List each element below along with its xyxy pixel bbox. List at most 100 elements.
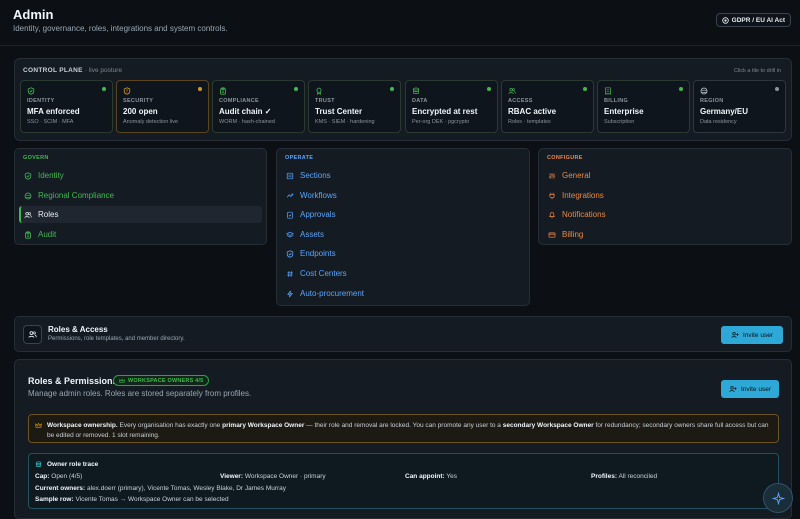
globe-icon <box>24 192 32 199</box>
nav-item-audit[interactable]: Audit <box>19 226 262 243</box>
operate-nav: OPERATE Sections Workflows Approvals Ass… <box>276 148 530 306</box>
invite-user-button-secondary[interactable]: Invite user <box>721 380 779 398</box>
owner-role-trace-title: Owner role trace <box>47 461 99 468</box>
database-icon <box>413 87 419 94</box>
roles-access-icon-box <box>23 325 42 344</box>
tile-billing[interactable]: BILLING Enterprise Subscription <box>597 80 690 133</box>
shield-icon <box>721 16 729 24</box>
workspace-owners-badge-label: WORKSPACE OWNERS 4/5 <box>128 377 204 384</box>
tile-value: MFA enforced <box>27 107 80 116</box>
nav-item-label: Assets <box>300 230 325 239</box>
nav-item-label: Identity <box>38 171 64 180</box>
tile-data[interactable]: DATA Encrypted at rest Per-org DEK · pgc… <box>405 80 498 133</box>
trace-profiles: Profiles: All reconciled <box>591 473 658 480</box>
nav-item-billing[interactable]: Billing <box>543 226 787 243</box>
configure-nav: CONFIGURE General Integrations Notificat… <box>538 148 792 245</box>
tile-value: RBAC active <box>508 107 557 116</box>
crown-icon <box>35 422 42 428</box>
tile-value: Enterprise <box>604 107 644 116</box>
sparkle-icon <box>771 491 785 505</box>
nav-item-label: Billing <box>562 230 584 239</box>
tile-subtext: Data residency <box>700 119 737 125</box>
tile-access[interactable]: ACCESS RBAC active Roles · templates <box>501 80 594 133</box>
status-dot <box>679 87 683 91</box>
hash-icon <box>287 270 293 277</box>
trace-viewer: Viewer: Workspace Owner · primary <box>220 473 326 480</box>
owner-role-trace: Owner role trace Cap: Open (4/5) Viewer:… <box>28 453 779 509</box>
nav-item-label: Approvals <box>300 210 336 219</box>
status-dot <box>390 87 394 91</box>
tile-region[interactable]: REGION Germany/EU Data residency <box>693 80 786 133</box>
tile-value: Trust Center <box>315 107 363 116</box>
nav-item-general[interactable]: General <box>543 167 787 184</box>
ownership-emphasis: secondary Workspace Owner <box>502 422 594 429</box>
roles-permissions-title: Roles & Permissions <box>28 376 118 386</box>
bolt-icon <box>287 290 293 297</box>
receipt-icon <box>605 87 611 95</box>
page-subtitle: Identity, governance, roles, integration… <box>13 24 228 33</box>
tile-label: IDENTITY <box>27 98 55 104</box>
tile-label: SECURITY <box>123 98 154 104</box>
nav-item-notifications[interactable]: Notifications <box>543 206 787 223</box>
control-plane-panel: CONTROL PLANE · live posture Click a til… <box>14 58 792 141</box>
tile-security[interactable]: SECURITY 200 open Anomaly detection live <box>116 80 209 133</box>
invite-user-button-label: Invite user <box>741 385 771 393</box>
nav-item-label: Auto-procurement <box>300 289 365 298</box>
tile-label: DATA <box>412 98 428 104</box>
tile-label: COMPLIANCE <box>219 98 259 104</box>
nav-item-roles[interactable]: Roles <box>19 206 262 223</box>
layers-icon <box>286 231 294 237</box>
database-icon <box>35 461 42 467</box>
nav-item-regional-compliance[interactable]: Regional Compliance <box>19 187 262 204</box>
shield-icon <box>27 87 35 95</box>
trace-cap: Cap: Open (4/5) <box>35 473 83 480</box>
nav-item-label: Regional Compliance <box>38 191 115 200</box>
invite-user-button[interactable]: Invite user <box>721 326 783 344</box>
tile-compliance[interactable]: COMPLIANCE Audit chain ✓ WORM · hash-cha… <box>212 80 305 133</box>
nav-item-identity[interactable]: Identity <box>19 167 262 184</box>
shield-icon <box>286 249 294 258</box>
nav-item-endpoints[interactable]: Endpoints <box>281 245 525 262</box>
nav-item-auto-procurement[interactable]: Auto-procurement <box>281 285 525 302</box>
tile-value: Germany/EU <box>700 107 749 116</box>
nav-item-assets[interactable]: Assets <box>281 226 525 243</box>
nav-item-integrations[interactable]: Integrations <box>543 187 787 204</box>
user-plus-icon <box>731 332 739 338</box>
tile-subtext: Subscription <box>604 119 635 125</box>
tile-subtext: WORM · hash-chained <box>219 119 275 125</box>
workspace-owners-badge: WORKSPACE OWNERS 4/5 <box>113 375 210 386</box>
tile-identity[interactable]: IDENTITY MFA enforced SSO · SCIM · MFA <box>20 80 113 133</box>
status-dot <box>487 87 491 91</box>
control-plane-title: CONTROL PLANE · live posture <box>23 67 123 74</box>
workflow-icon <box>286 193 294 197</box>
plug-icon <box>549 192 555 199</box>
crown-icon <box>119 378 125 383</box>
users-icon <box>508 88 516 94</box>
roles-permissions-panel: Roles & Permissions WORKSPACE OWNERS 4/5… <box>14 359 792 519</box>
shield-icon <box>24 171 32 180</box>
nav-item-label: Notifications <box>562 210 606 219</box>
shield-warning-icon <box>123 87 131 95</box>
ownership-emphasis: primary Workspace Owner <box>222 422 305 429</box>
nav-item-label: Cost Centers <box>300 269 347 278</box>
nav-item-cost-centers[interactable]: Cost Centers <box>281 265 525 282</box>
sliders-icon <box>549 172 555 179</box>
status-dot <box>583 87 587 91</box>
govern-heading: GOVERN <box>23 155 49 161</box>
status-dot <box>294 87 298 91</box>
nav-item-approvals[interactable]: Approvals <box>281 206 525 223</box>
tile-value: Encrypted at rest <box>412 107 478 116</box>
workspace-ownership-notice: Workspace ownership. Every organisation … <box>28 414 779 443</box>
users-icon <box>28 331 37 338</box>
ownership-lead: Workspace ownership. <box>47 422 118 429</box>
assistant-fab[interactable] <box>763 483 793 513</box>
user-plus-icon <box>729 386 737 392</box>
card-icon <box>548 231 556 238</box>
nav-item-label: Roles <box>38 210 59 219</box>
govern-nav: GOVERN Identity Regional Compliance Role… <box>14 148 267 245</box>
nav-item-sections[interactable]: Sections <box>281 167 525 184</box>
tile-trust[interactable]: TRUST Trust Center KMS · SIEM · hardenin… <box>308 80 401 133</box>
badge-icon <box>316 87 322 95</box>
nav-item-label: Endpoints <box>300 249 336 258</box>
nav-item-workflows[interactable]: Workflows <box>281 187 525 204</box>
